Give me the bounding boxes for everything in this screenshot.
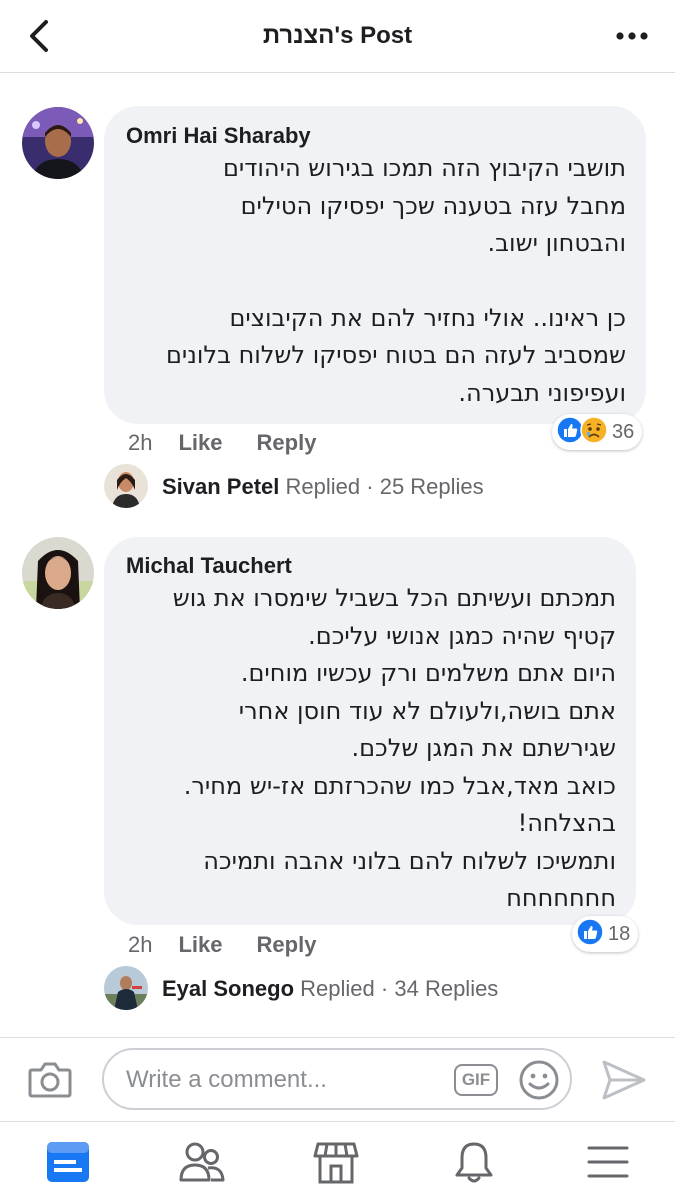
- reply-author: Eyal Sonego: [162, 976, 295, 1001]
- like-reaction-icon: [576, 917, 604, 951]
- reply-count: 34 Replies: [394, 976, 499, 1001]
- friends-icon[interactable]: [178, 1138, 226, 1186]
- separator: ·: [366, 474, 374, 499]
- comment-composer: GIF: [0, 1037, 675, 1122]
- comment-line: תמכתם ועשיתם הכל בשביל שימסרו את גוש: [172, 584, 616, 612]
- like-button[interactable]: Like: [178, 430, 222, 455]
- comment-box[interactable]: GIF: [102, 1048, 572, 1110]
- comment-line: שמסביב לעזה הם בטוח יפסיקו לשלוח בלונים: [165, 341, 626, 369]
- page-title: הצנרת's Post: [262, 22, 413, 49]
- like-button[interactable]: Like: [178, 932, 222, 957]
- comment-author[interactable]: Michal Tauchert: [126, 553, 292, 579]
- send-icon[interactable]: [600, 1058, 648, 1102]
- reply-avatar[interactable]: [104, 966, 148, 1010]
- replied-label: Replied: [285, 474, 361, 499]
- reaction-count: 36: [612, 420, 635, 443]
- comment-line: ותמשיכו לשלוח להם בלוני אהבה ותמיכה: [203, 846, 616, 875]
- comment-line: כן ראינו.. אולי נחזיר להם את הקיבוצים: [229, 303, 626, 332]
- reaction-count: 18: [608, 922, 631, 945]
- sad-reaction-icon: [580, 415, 608, 449]
- comment-actions: 2h Like Reply: [128, 430, 316, 456]
- comment-time: 2h: [128, 932, 153, 957]
- comment-actions: 2h Like Reply: [128, 932, 316, 958]
- avatar[interactable]: [22, 107, 94, 179]
- comment-line: שגירשתם את המגן שלכם.: [351, 734, 616, 762]
- comment-line: תושבי הקיבוץ הזה תמכו בגירוש היהודים: [223, 154, 626, 182]
- comment-line: חחחחחחח: [506, 884, 616, 912]
- menu-icon[interactable]: [584, 1138, 632, 1186]
- reaction-summary[interactable]: 36: [552, 414, 643, 450]
- reply-count: 25 Replies: [379, 474, 484, 499]
- reply-button[interactable]: Reply: [257, 430, 317, 455]
- reply-author: Sivan Petel: [162, 474, 280, 499]
- marketplace-icon[interactable]: [312, 1138, 360, 1186]
- comment-line: אתם בושה,ולעולם לא עוד חוסן אחרי: [238, 696, 616, 725]
- replied-label: Replied: [300, 976, 375, 1001]
- reply-button[interactable]: Reply: [257, 932, 317, 957]
- gif-button[interactable]: GIF: [454, 1064, 498, 1096]
- comment-line: מחבל עזה בטענה שכך יפסיקו הטילים: [240, 191, 626, 220]
- reaction-summary[interactable]: 18: [572, 916, 639, 952]
- bottom-nav: [0, 1121, 675, 1200]
- comment-text: תושבי הקיבוץ הזה תמכו בגירוש היהודים מחב…: [126, 150, 626, 412]
- top-bar: הצנרת's Post: [0, 0, 675, 73]
- view-replies-link[interactable]: Eyal Sonego Replied · 34 Replies: [162, 976, 498, 1002]
- comment-line: והבטחון ישוב.: [487, 229, 626, 257]
- comment-line: היום אתם משלמים ורק עכשיו מוחים.: [240, 659, 616, 687]
- view-replies-link[interactable]: Sivan Petel Replied · 25 Replies: [162, 474, 484, 500]
- comment-line: קטיף שהיה כמגן אנושי עליכם.: [308, 621, 616, 650]
- comment-line: כואב מאד,אבל כמו שהכרזתם אז-יש מחיר.: [183, 771, 616, 800]
- notifications-bell-icon[interactable]: [450, 1138, 498, 1186]
- emoji-icon[interactable]: [518, 1059, 560, 1101]
- comment-time: 2h: [128, 430, 153, 455]
- reply-avatar[interactable]: [104, 464, 148, 508]
- more-dots-icon[interactable]: [615, 26, 649, 46]
- comment-line: בהצלחה!: [517, 809, 616, 837]
- news-feed-icon[interactable]: [44, 1138, 92, 1186]
- post-page: הצנרת's Post Omri Hai Sharaby תושבי הקיב…: [0, 0, 675, 1200]
- separator: ·: [380, 976, 389, 1001]
- comment-line: ועפיפוני תבערה.: [458, 378, 626, 407]
- comment-input[interactable]: [124, 1064, 448, 1096]
- comment-author[interactable]: Omri Hai Sharaby: [126, 123, 311, 149]
- avatar[interactable]: [22, 537, 94, 609]
- camera-icon[interactable]: [28, 1060, 72, 1100]
- comment-text: תמכתם ועשיתם הכל בשביל שימסרו את גוש קטי…: [126, 580, 616, 918]
